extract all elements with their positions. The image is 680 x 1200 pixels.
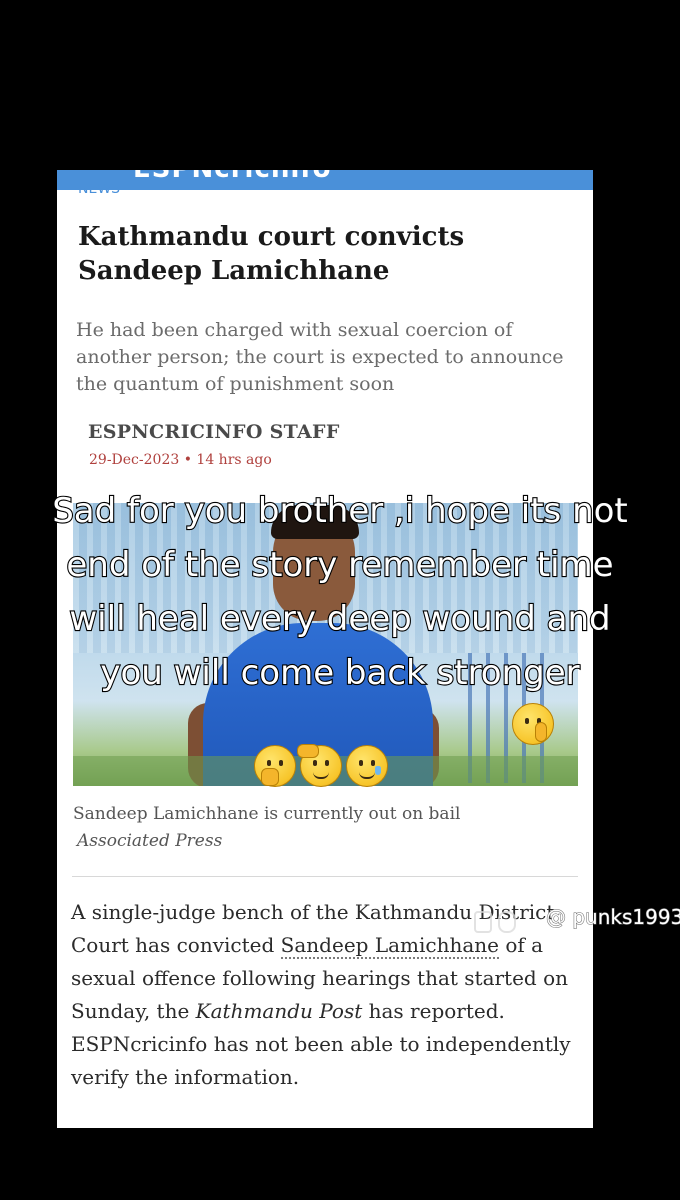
publication-name: Kathmandu Post: [195, 999, 363, 1023]
photo-credit: Associated Press: [77, 831, 223, 851]
thinking-face-icon: [254, 745, 296, 787]
watermark-username: @ punks1993: [545, 905, 680, 930]
article-standfirst: He had been charged with sexual coercion…: [76, 319, 564, 395]
overlay-caption: Sad for you brother ,i hope its not end …: [51, 490, 629, 694]
app-brand: ESPNcricinfo: [133, 170, 331, 184]
saluting-face-icon: [297, 744, 342, 787]
article-headline: Kathmandu court convicts Sandeep Lamichh…: [78, 222, 465, 286]
article-byline[interactable]: ESPNCRICINFO STAFF: [88, 421, 340, 443]
tiktok-watermark: @ punks1993: [470, 903, 680, 933]
section-tag[interactable]: NEWS: [78, 184, 120, 196]
video-frame: ESPNcricinfo NEWS Kathmandu court convic…: [0, 0, 680, 1200]
divider: [72, 876, 578, 877]
app-header-bar: ESPNcricinfo: [57, 170, 593, 190]
tiktok-logo-icon: [470, 907, 542, 933]
player-profile-link[interactable]: Sandeep Lamichhane: [280, 933, 499, 959]
article-dateline: 29-Dec-2023 • 14 hrs ago: [89, 452, 272, 468]
emoji-row: [254, 744, 394, 791]
shushing-face-icon: [512, 703, 554, 745]
photo-caption: Sandeep Lamichhane is currently out on b…: [73, 804, 461, 824]
face-holding-back-tears-icon: [346, 745, 388, 787]
